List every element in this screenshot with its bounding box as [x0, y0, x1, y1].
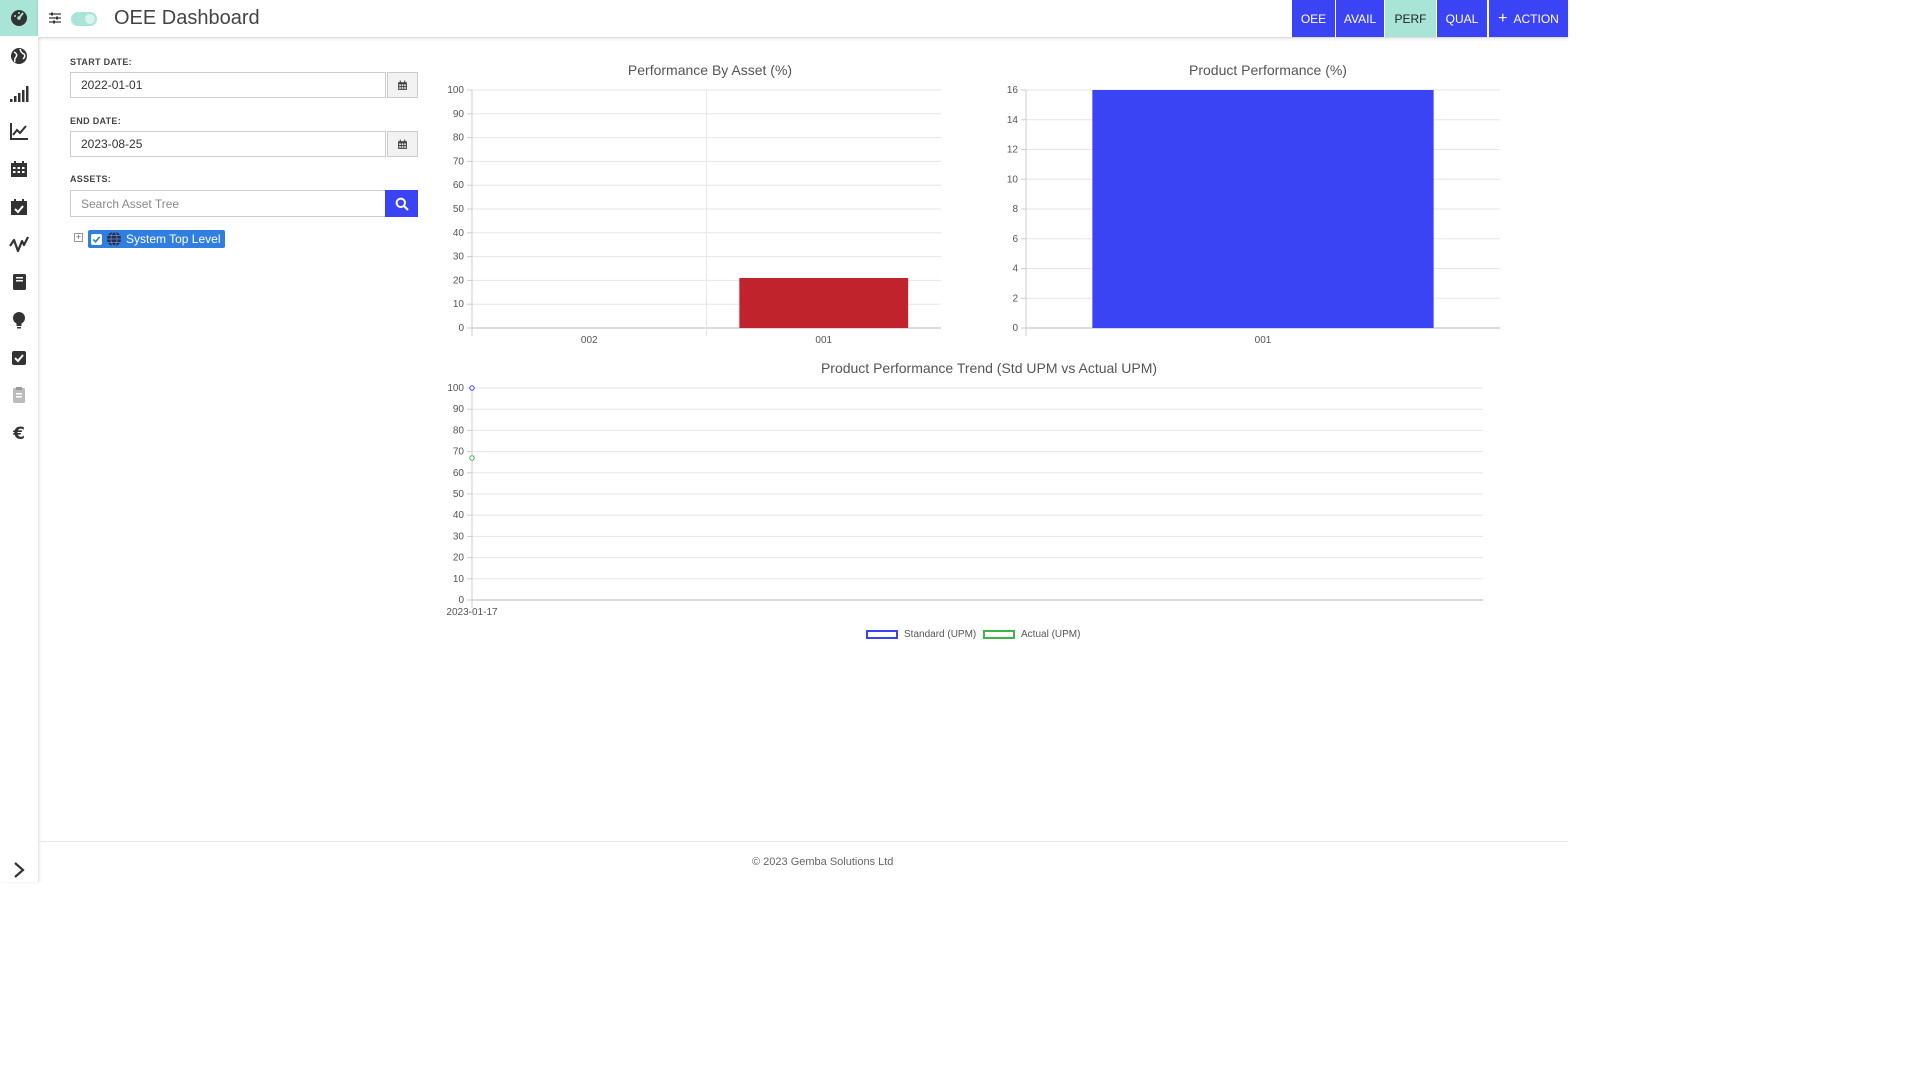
asset-chart-y-tick-label: 0	[458, 323, 464, 334]
legend-standard-swatch[interactable]	[866, 630, 898, 639]
footer: © 2023 Gemba Solutions Ltd	[38, 841, 1568, 883]
trend-chart-y-tick-label: 40	[453, 510, 465, 521]
legend-standard-label: Standard (UPM)	[904, 629, 977, 640]
footer-copyright: © 2023 Gemba Solutions Ltd	[752, 856, 894, 868]
product-chart-y-tick-label: 8	[1012, 204, 1018, 215]
asset-chart-y-tick-label: 80	[453, 133, 465, 144]
trend-chart-y-tick-label: 30	[453, 531, 465, 542]
asset-chart-y-tick-label: 40	[453, 228, 465, 239]
trend-chart-point-actual	[469, 455, 475, 461]
product-chart-y-tick-label: 0	[1012, 323, 1018, 334]
asset-chart-y-tick-label: 70	[453, 156, 465, 167]
asset-chart-y-tick-label: 50	[453, 204, 465, 215]
product-chart-x-tick-label: 001	[1255, 335, 1272, 346]
legend-actual-label: Actual (UPM)	[1021, 629, 1081, 640]
trend-chart-y-tick-label: 10	[453, 574, 465, 585]
trend-chart-y-tick-label: 20	[453, 553, 465, 564]
trend-chart-point-standard	[469, 385, 475, 391]
trend-chart-y-tick-label: 70	[453, 447, 465, 458]
trend-chart-y-tick-label: 90	[453, 404, 465, 415]
product-chart-y-tick-label: 12	[1007, 145, 1019, 156]
product-chart-y-tick-label: 6	[1012, 234, 1018, 245]
legend-actual-swatch[interactable]	[983, 630, 1015, 639]
asset-chart-y-tick-label: 100	[447, 85, 464, 96]
asset-chart-y-tick-label: 10	[453, 299, 465, 310]
asset-chart-x-tick-label: 002	[581, 335, 598, 346]
trend-chart-y-tick-label: 60	[453, 468, 465, 479]
asset-chart-y-tick-label: 90	[453, 109, 465, 120]
product-chart-y-tick-label: 16	[1007, 85, 1019, 96]
chart-legend: Standard (UPM) Actual (UPM)	[0, 629, 1568, 643]
charts-canvas: 0102030405060708090100002 001024681012141…	[446, 85, 1500, 618]
asset-chart-bar	[739, 278, 909, 328]
product-chart-y-tick-label: 4	[1012, 264, 1018, 275]
trend-chart-y-tick-label: 50	[453, 489, 465, 500]
asset-chart-y-tick-label: 60	[453, 180, 465, 191]
product-chart-y-tick-label: 2	[1012, 293, 1018, 304]
asset-chart-y-tick-label: 20	[453, 275, 465, 286]
product-chart-y-tick-label: 14	[1007, 115, 1019, 126]
trend-chart-y-tick-label: 80	[453, 425, 465, 436]
product-chart-bar	[1092, 90, 1434, 328]
product-chart-y-tick-label: 10	[1007, 174, 1019, 185]
asset-chart-y-tick-label: 30	[453, 252, 465, 263]
trend-chart-y-tick-label: 100	[447, 383, 464, 394]
trend-chart-y-tick-label: 0	[458, 595, 464, 606]
asset-chart-x-tick-label: 001	[815, 335, 832, 346]
trend-chart-x-tick-label: 2023-01-17	[446, 607, 498, 618]
